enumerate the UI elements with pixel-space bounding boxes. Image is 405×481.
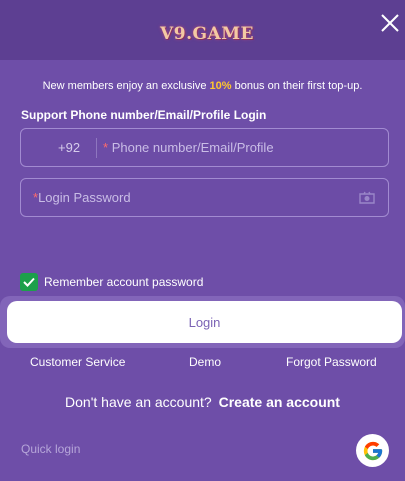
- phone-input[interactable]: +92 * Phone number/Email/Profile: [20, 128, 389, 167]
- header-bar: V9.GAME: [0, 0, 405, 60]
- login-method-label: Support Phone number/Email/Profile Login: [21, 108, 267, 122]
- register-question: Don't have an account?: [65, 394, 212, 410]
- checkmark-icon[interactable]: [20, 273, 38, 291]
- google-icon[interactable]: [356, 434, 389, 467]
- country-code[interactable]: +92: [58, 140, 80, 155]
- promo-highlight: 10%: [209, 80, 232, 92]
- remember-password-checkbox[interactable]: Remember account password: [20, 273, 203, 291]
- password-placeholder: *Login Password: [33, 190, 131, 205]
- field-divider: [96, 138, 97, 158]
- remember-label: Remember account password: [44, 275, 204, 289]
- close-icon[interactable]: [379, 12, 401, 34]
- promo-prefix: New members enjoy an exclusive: [42, 80, 210, 92]
- demo-link[interactable]: Demo: [189, 355, 221, 369]
- v9game-logo: V9.GAME: [160, 24, 254, 44]
- customer-service-link[interactable]: Customer Service: [30, 355, 125, 369]
- quick-login-label: Quick login: [21, 442, 81, 456]
- promo-banner: New members enjoy an exclusive 10% bonus…: [0, 80, 405, 92]
- login-button[interactable]: Login: [7, 301, 402, 343]
- forgot-password-link[interactable]: Forgot Password: [286, 355, 377, 369]
- promo-suffix: bonus on their first top-up.: [231, 80, 363, 92]
- register-prompt: Don't have an account? Create an account: [0, 394, 405, 410]
- create-account-link[interactable]: Create an account: [219, 394, 340, 410]
- password-input[interactable]: *Login Password: [20, 178, 389, 217]
- phone-placeholder: * Phone number/Email/Profile: [103, 140, 274, 155]
- eye-icon[interactable]: [358, 190, 376, 206]
